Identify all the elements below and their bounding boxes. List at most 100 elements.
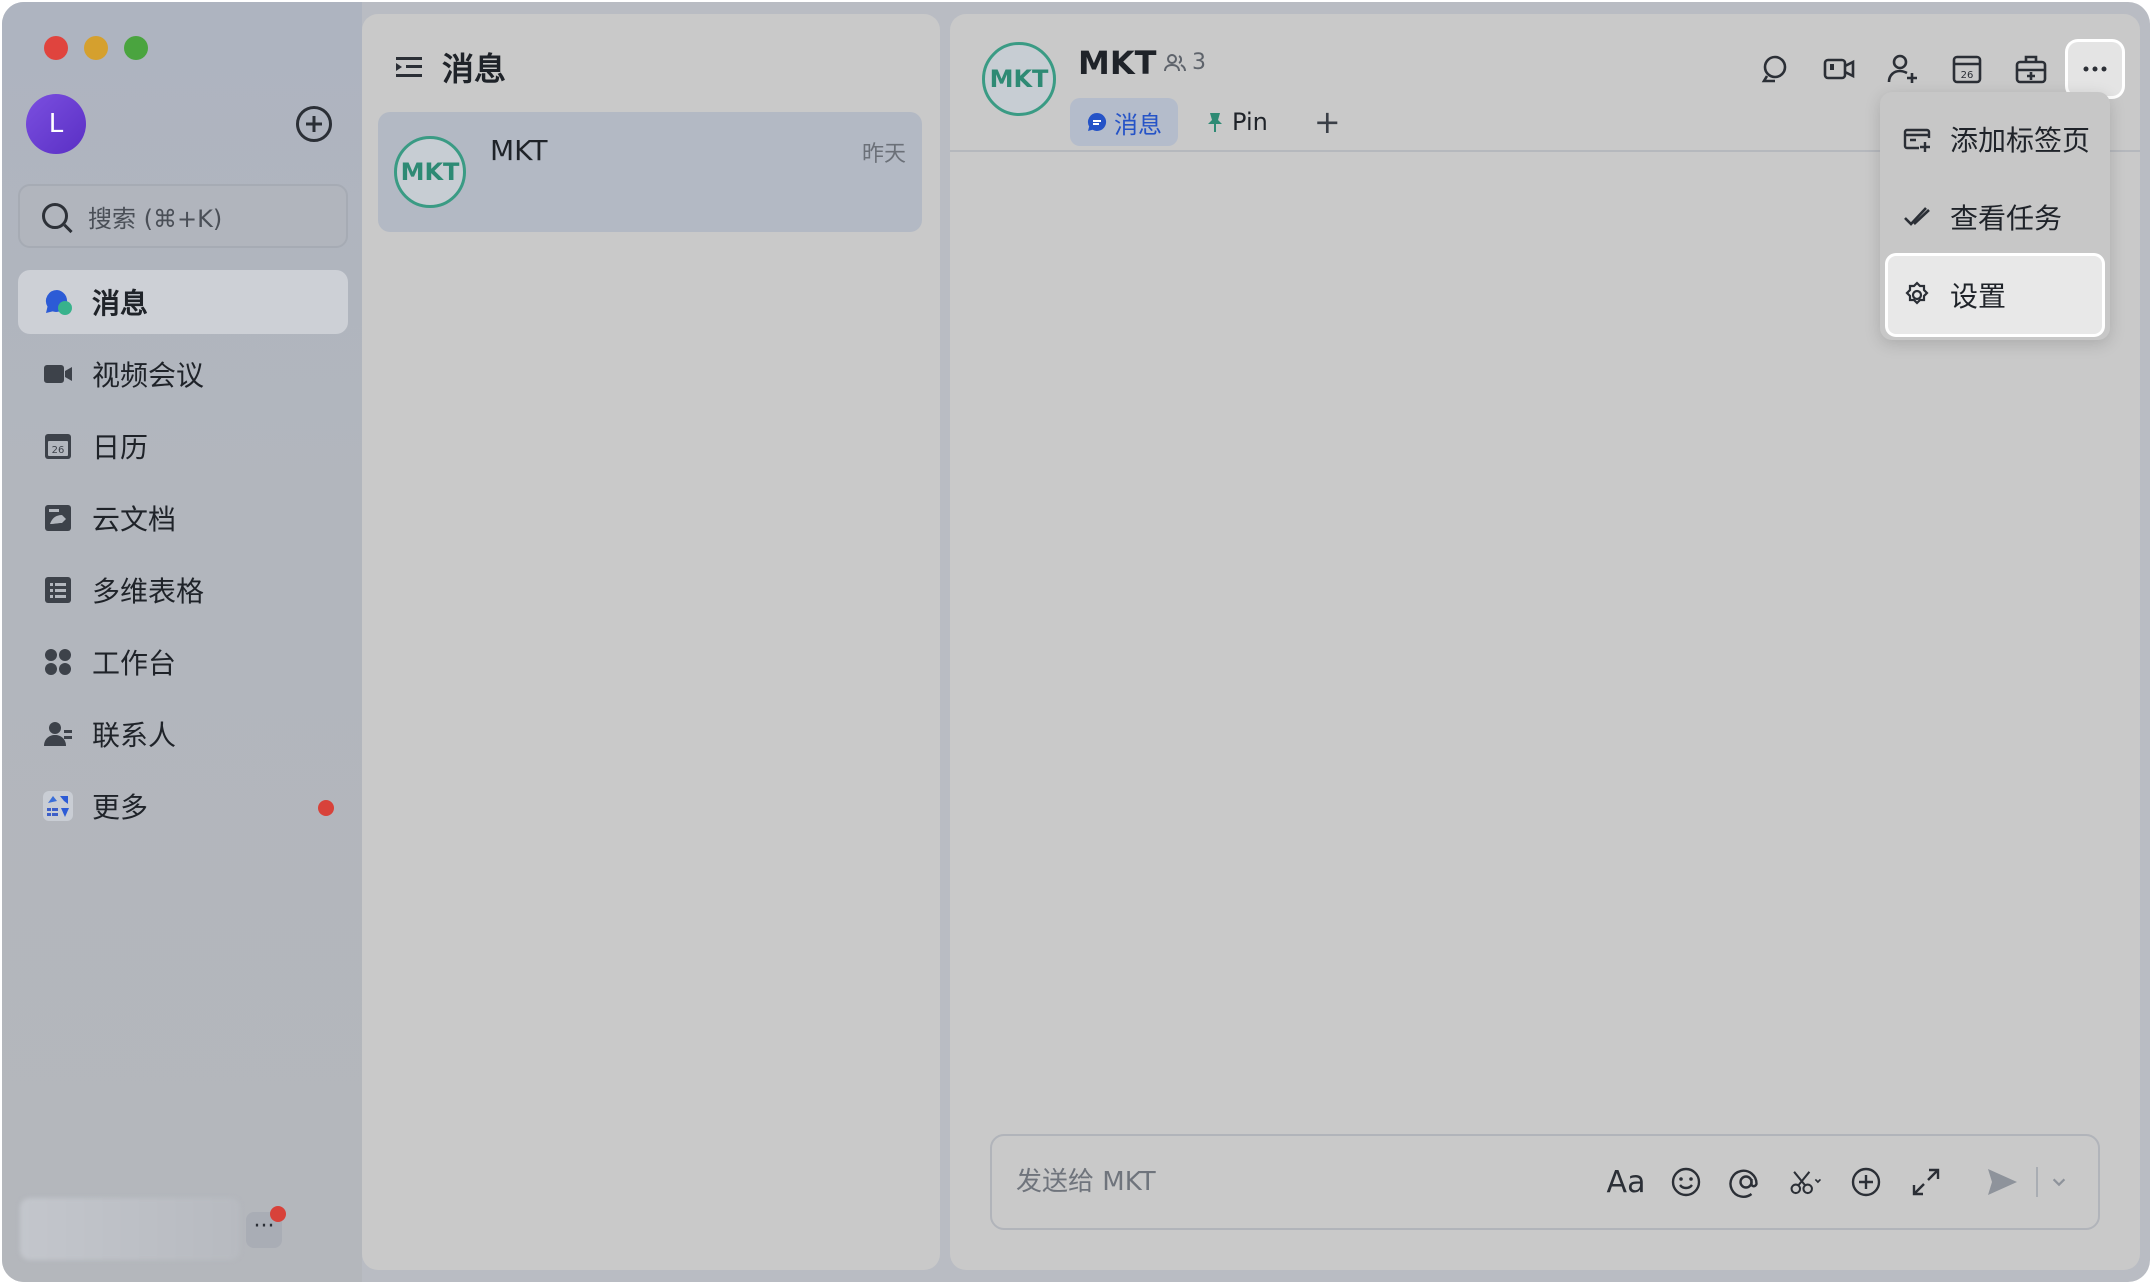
sidebar-item-more[interactable]: 更多 bbox=[18, 774, 348, 838]
add-tab-button[interactable]: + bbox=[1314, 98, 1341, 146]
video-call-button[interactable] bbox=[1812, 42, 1866, 96]
user-avatar[interactable]: L bbox=[26, 94, 86, 154]
member-count-value: 3 bbox=[1192, 50, 1206, 75]
video-call-icon bbox=[1823, 58, 1855, 80]
expand-composer-button[interactable] bbox=[1902, 1158, 1950, 1206]
workspace-button[interactable] bbox=[2004, 42, 2058, 96]
search-chat-button[interactable] bbox=[1748, 42, 1802, 96]
calendar-icon: 26 bbox=[45, 434, 71, 459]
add-tab-icon bbox=[1903, 128, 1931, 152]
send-divider bbox=[2036, 1167, 2038, 1197]
menu-item-label: 设置 bbox=[1950, 280, 2007, 313]
menu-item-label: 添加标签页 bbox=[1950, 124, 2091, 157]
list-item[interactable]: MKT MKT 昨天 bbox=[378, 112, 922, 232]
screenshot-button[interactable] bbox=[1782, 1158, 1830, 1206]
sidebar-item-video-meeting[interactable]: 视频会议 bbox=[18, 342, 348, 406]
window-maximize-button[interactable] bbox=[124, 36, 148, 60]
send-icon bbox=[1988, 1169, 2017, 1195]
sidebar-item-label: 工作台 bbox=[92, 647, 177, 680]
menu-item-view-tasks[interactable]: 查看任务 bbox=[1888, 178, 2102, 256]
sidebar: L 搜索 (⌘+K) 消息 视频会议 26 日历 云文档 多维表格 工作台 联系… bbox=[2, 2, 362, 1282]
more-options-menu: 添加标签页 查看任务 设置 bbox=[1880, 92, 2110, 340]
sidebar-item-calendar[interactable]: 26 日历 bbox=[18, 414, 348, 478]
composer-toolbar: Aa bbox=[1590, 1158, 2074, 1206]
menu-item-settings[interactable]: 设置 bbox=[1888, 256, 2102, 334]
conversation-list-panel: 消息 MKT MKT 昨天 bbox=[362, 14, 940, 1270]
chat-bubble-icon bbox=[45, 289, 72, 315]
text-format-button[interactable]: Aa bbox=[1602, 1158, 1650, 1206]
tab-messages[interactable]: 消息 bbox=[1070, 98, 1178, 146]
send-button[interactable] bbox=[1978, 1158, 2026, 1206]
calendar-button[interactable]: 26 bbox=[1940, 42, 1994, 96]
svg-text:26: 26 bbox=[52, 445, 65, 456]
workspace-grid-icon bbox=[45, 649, 71, 675]
avatar: MKT bbox=[394, 136, 466, 208]
briefcase-icon bbox=[2015, 55, 2047, 84]
list-header: 消息 bbox=[394, 44, 506, 90]
sidebar-item-workplace[interactable]: 工作台 bbox=[18, 630, 348, 694]
calendar-icon: 26 bbox=[1952, 55, 1982, 84]
tab-label: Pin bbox=[1232, 108, 1268, 136]
attach-more-button[interactable] bbox=[1842, 1158, 1890, 1206]
sidebar-item-messages[interactable]: 消息 bbox=[18, 270, 348, 334]
search-icon bbox=[1761, 55, 1787, 83]
svg-text:26: 26 bbox=[1961, 70, 1974, 81]
video-camera-icon bbox=[44, 365, 72, 383]
chat-avatar[interactable]: MKT bbox=[982, 42, 1056, 116]
table-sheet-icon bbox=[45, 577, 71, 603]
notification-badge bbox=[270, 1206, 286, 1222]
sidebar-item-label: 更多 bbox=[92, 791, 149, 824]
search-icon bbox=[42, 203, 68, 229]
sidebar-item-base-tables[interactable]: 多维表格 bbox=[18, 558, 348, 622]
chat-title[interactable]: MKT bbox=[1078, 44, 1156, 82]
sidebar-nav: 消息 视频会议 26 日历 云文档 多维表格 工作台 联系人 更多 bbox=[18, 270, 348, 846]
window-minimize-button[interactable] bbox=[84, 36, 108, 60]
search-input[interactable]: 搜索 (⌘+K) bbox=[18, 184, 348, 248]
members-icon bbox=[1164, 53, 1186, 71]
page-title: 消息 bbox=[442, 50, 507, 88]
sidebar-item-label: 视频会议 bbox=[92, 359, 205, 392]
chat-bubble-icon bbox=[1087, 112, 1107, 131]
menu-item-add-tab[interactable]: 添加标签页 bbox=[1888, 100, 2102, 178]
sidebar-item-contacts[interactable]: 联系人 bbox=[18, 702, 348, 766]
plus-circle-icon bbox=[1851, 1167, 1881, 1197]
chat-tabs: 消息 Pin + bbox=[1070, 98, 1341, 146]
mention-button[interactable] bbox=[1722, 1158, 1770, 1206]
more-apps-icon bbox=[43, 791, 73, 821]
send-options-button[interactable] bbox=[2044, 1158, 2074, 1206]
blurred-status-area bbox=[20, 1198, 240, 1260]
add-member-button[interactable] bbox=[1876, 42, 1930, 96]
search-placeholder: 搜索 (⌘+K) bbox=[88, 204, 223, 233]
tab-pin[interactable]: Pin bbox=[1188, 98, 1284, 146]
scissors-icon bbox=[1790, 1171, 1822, 1195]
cloud-doc-icon bbox=[45, 505, 71, 531]
pin-icon bbox=[1208, 113, 1222, 132]
sidebar-item-label: 多维表格 bbox=[92, 575, 205, 608]
member-count[interactable]: 3 bbox=[1164, 50, 1206, 75]
more-icon bbox=[2083, 66, 2107, 72]
tab-label: 消息 bbox=[1114, 110, 1162, 139]
menu-item-label: 查看任务 bbox=[1950, 202, 2063, 235]
gear-icon bbox=[1905, 281, 1929, 305]
sidebar-item-cloud-docs[interactable]: 云文档 bbox=[18, 486, 348, 550]
app-window: L 搜索 (⌘+K) 消息 视频会议 26 日历 云文档 多维表格 工作台 联系… bbox=[2, 2, 2150, 1282]
sidebar-item-label: 云文档 bbox=[92, 503, 177, 536]
chat-name: MKT bbox=[490, 134, 548, 167]
chat-timestamp: 昨天 bbox=[861, 142, 906, 167]
create-new-icon[interactable] bbox=[296, 106, 332, 142]
sidebar-item-label: 消息 bbox=[92, 287, 149, 320]
chevron-down-icon bbox=[2052, 1178, 2066, 1187]
more-options-button[interactable] bbox=[2068, 42, 2122, 96]
font-format-icon: Aa bbox=[1606, 1164, 1646, 1200]
contacts-icon bbox=[44, 722, 72, 746]
task-check-icon bbox=[1904, 207, 1930, 226]
window-close-button[interactable] bbox=[44, 36, 68, 60]
emoji-button[interactable] bbox=[1662, 1158, 1710, 1206]
emoji-icon bbox=[1671, 1167, 1701, 1197]
sidebar-item-label: 联系人 bbox=[92, 719, 177, 752]
message-input[interactable] bbox=[1016, 1136, 1576, 1228]
expand-icon bbox=[1912, 1168, 1940, 1196]
at-mention-icon bbox=[1729, 1169, 1758, 1198]
chat-toolbar: 26 bbox=[1738, 42, 2122, 96]
collapse-list-icon[interactable] bbox=[394, 52, 424, 82]
